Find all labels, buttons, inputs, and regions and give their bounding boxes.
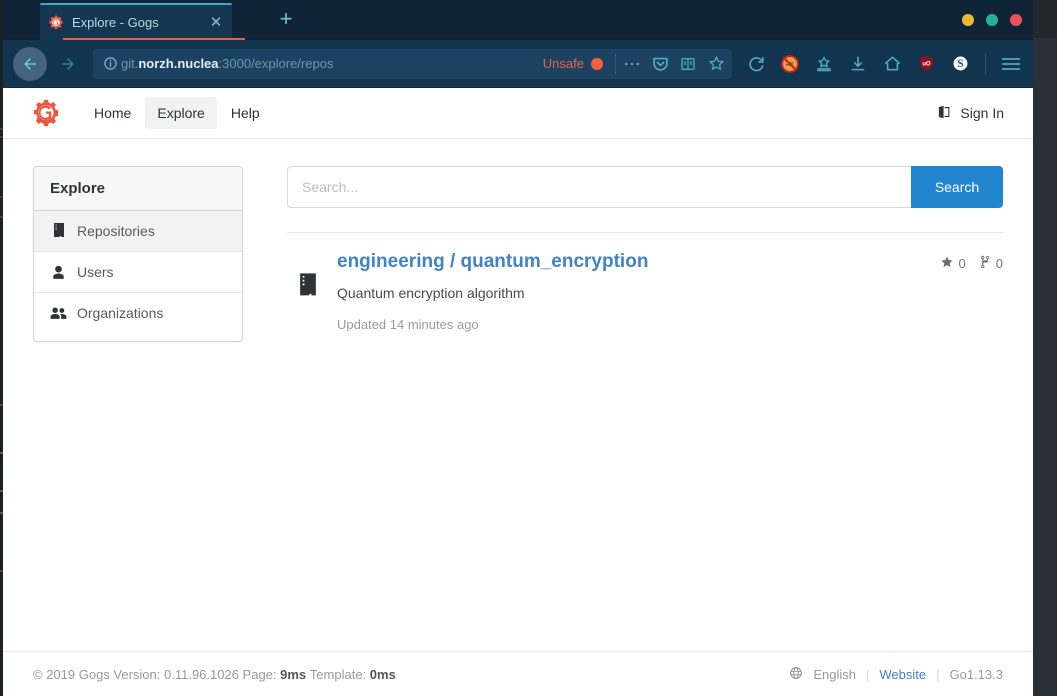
menu-icon[interactable] — [997, 50, 1025, 78]
screen: Explore - Gogs ✕ + git.norzh.nuclea:3000… — [0, 0, 1057, 696]
footer-go-version: Go1.13.3 — [949, 666, 1004, 682]
sign-in-label: Sign In — [960, 105, 1004, 121]
footer-separator: | — [936, 666, 940, 682]
fork-icon — [979, 255, 991, 272]
browser-toolbar: git.norzh.nuclea:3000/explore/repos Unsa… — [3, 40, 1033, 88]
url-separator — [615, 53, 616, 74]
page-content: Home Explore Help Sign In Explore Reposi… — [3, 88, 1033, 696]
repository-info: engineering / quantum_encryption Quantum… — [329, 251, 1003, 332]
sidebar-item-label: Users — [77, 264, 114, 280]
reload-icon[interactable] — [742, 50, 770, 78]
star-count: 0 — [940, 255, 966, 272]
star-count-value: 0 — [958, 256, 966, 271]
repository-description: Quantum encryption algorithm — [337, 285, 525, 301]
ublock-origin-icon[interactable]: uO — [912, 50, 940, 78]
page-footer: © 2019 Gogs Version: 0.11.96.1026 Page: … — [3, 651, 1033, 696]
reader-view-icon[interactable] — [678, 54, 698, 74]
footer-template-time: 0ms — [369, 666, 396, 682]
browser-window: Explore - Gogs ✕ + git.norzh.nuclea:3000… — [3, 0, 1033, 696]
window-minimize-button[interactable] — [962, 14, 974, 26]
svg-text:S: S — [957, 58, 963, 70]
explore-container: Explore Repositories Users Organizations… — [3, 139, 1033, 342]
footer-copyright: © 2019 Gogs Version: 0.11.96.1026 Page: — [33, 666, 277, 682]
nav-help[interactable]: Help — [219, 97, 272, 129]
sidebar-title: Explore — [34, 167, 242, 211]
url-suffix: :3000/explore/repos — [218, 56, 334, 71]
url-prefix: git. — [121, 56, 139, 71]
new-tab-button[interactable]: + — [275, 8, 297, 31]
repository-stats: 0 0 — [940, 255, 1003, 272]
tab-title: Explore - Gogs — [72, 15, 159, 30]
forward-button[interactable] — [53, 49, 83, 79]
address-bar[interactable]: git.norzh.nuclea:3000/explore/repos Unsa… — [93, 48, 732, 79]
repository-name-link[interactable]: engineering / quantum_encryption — [337, 251, 648, 273]
sidebar-item-label: Repositories — [77, 223, 155, 239]
footer-website-link[interactable]: Website — [879, 667, 926, 682]
noscript-icon[interactable] — [776, 50, 804, 78]
save-to-pocket-icon[interactable] — [810, 50, 838, 78]
sidebar-item-organizations[interactable]: Organizations — [34, 293, 242, 333]
explore-main: Search engineering / quantum_encrypt — [287, 166, 1003, 342]
sidebar-item-label: Organizations — [77, 305, 164, 321]
repo-book-icon — [287, 251, 329, 332]
tab-close-icon[interactable]: ✕ — [208, 15, 224, 30]
pocket-icon[interactable] — [650, 54, 670, 74]
page-actions-icon[interactable] — [622, 54, 642, 74]
fork-count: 0 — [979, 255, 1003, 272]
footer-separator: | — [865, 666, 870, 682]
svg-text:uO: uO — [922, 61, 931, 67]
nav-explore[interactable]: Explore — [145, 97, 217, 129]
site-info-icon[interactable] — [99, 56, 121, 71]
explore-sidebar: Explore Repositories Users Organizations — [33, 166, 243, 342]
footer-page-time: 9ms — [280, 666, 307, 682]
url-text: git.norzh.nuclea:3000/explore/repos — [121, 56, 333, 71]
bookmark-star-icon[interactable] — [706, 54, 726, 74]
gogs-main-nav: Home Explore Help — [82, 97, 272, 129]
security-label: Unsafe — [542, 56, 584, 71]
browser-tab[interactable]: Explore - Gogs ✕ — [40, 3, 232, 40]
gogs-favicon-icon — [48, 15, 64, 31]
globe-icon — [789, 666, 803, 683]
sidebar-item-users[interactable]: Users — [34, 252, 242, 293]
sign-in-button[interactable]: Sign In — [937, 104, 1004, 123]
search-input[interactable] — [287, 166, 911, 208]
back-button[interactable] — [13, 46, 47, 81]
fork-count-value: 0 — [995, 256, 1003, 271]
window-controls — [962, 14, 1022, 26]
downloads-icon[interactable] — [844, 50, 872, 78]
window-close-button[interactable] — [1010, 14, 1022, 26]
url-host: norzh.nuclea — [138, 56, 219, 71]
desktop-background-right — [1033, 38, 1057, 696]
tab-strip: Explore - Gogs ✕ + — [3, 0, 1033, 40]
repository-list: engineering / quantum_encryption Quantum… — [287, 232, 1003, 342]
footer-template-label: Template: — [309, 666, 367, 682]
repository-updated-time: Updated 14 minutes ago — [337, 317, 479, 332]
toolbar-separator — [985, 52, 986, 75]
repo-book-icon — [50, 223, 67, 239]
star-icon — [940, 255, 954, 272]
url-action-icons — [622, 54, 726, 74]
toolbar-icons: uO S — [742, 50, 1025, 78]
footer-language[interactable]: English — [813, 667, 856, 682]
user-icon — [50, 265, 67, 280]
footer-right: English | Website | Go1.13.3 — [789, 666, 1003, 683]
search-button[interactable]: Search — [911, 166, 1003, 208]
sync-icon[interactable]: S — [946, 50, 974, 78]
gogs-header: Home Explore Help Sign In — [3, 88, 1033, 139]
gogs-logo-icon[interactable] — [32, 99, 60, 127]
window-maximize-button[interactable] — [986, 14, 998, 26]
unsafe-indicator-dot — [591, 57, 603, 70]
connection-security-badge[interactable]: Unsafe — [543, 56, 609, 71]
sign-in-icon — [937, 104, 952, 123]
users-group-icon — [50, 306, 67, 321]
repository-list-item[interactable]: engineering / quantum_encryption Quantum… — [287, 233, 1003, 342]
sidebar-item-repositories[interactable]: Repositories — [34, 211, 242, 252]
search-row: Search — [287, 166, 1003, 208]
home-icon[interactable] — [878, 50, 906, 78]
nav-home[interactable]: Home — [82, 97, 143, 129]
